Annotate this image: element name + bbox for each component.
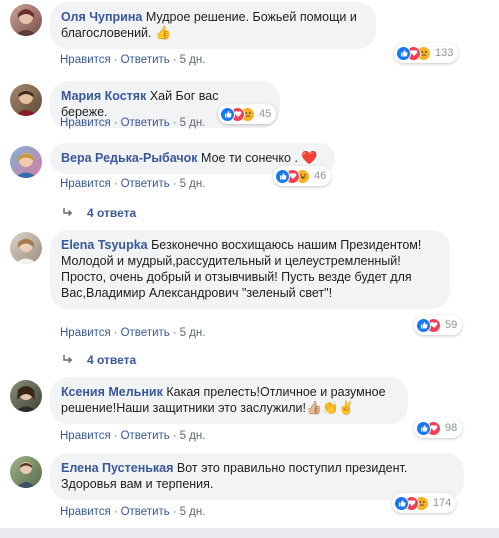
like-icon [220,106,235,122]
avatar[interactable] [10,232,42,264]
reactions-count: 133 [435,47,454,59]
comment-actions: Нравится · Ответить · 5 дн. [60,327,206,339]
reply-arrow-icon [63,353,73,367]
avatar-photo-icon [14,386,38,412]
reply-link[interactable]: Ответить [121,506,170,518]
reactions-summary[interactable]: 45 [218,104,277,124]
reply-link[interactable]: Ответить [121,117,170,129]
bottom-divider [0,528,499,538]
comment-actions: Нравится · Ответить · 5 дн. [60,506,206,518]
like-link[interactable]: Нравится [60,327,111,339]
avatar[interactable] [10,84,42,116]
comment-author[interactable]: Оля Чуприна [61,10,142,24]
comment-actions: Нравится · Ответить · 5 дн. [60,117,206,129]
comment-actions: Нравится · Ответить · 5 дн. [60,54,206,66]
comment-time[interactable]: 5 дн. [180,430,206,442]
reply-link[interactable]: Ответить [121,430,170,442]
comment-text: Мое ти сонечко . [201,151,298,165]
comment-time[interactable]: 5 дн. [180,327,206,339]
reply-link[interactable]: Ответить [121,178,170,190]
comment-bubble: Ксения Мельник Какая прелесть!Отличное и… [50,377,408,424]
like-icon [275,168,290,184]
comment-bubble: Elena Tsyupka Безконечно восхищаюсь наши… [50,230,450,309]
replies-count[interactable]: 4 ответа [87,206,136,220]
reactions-count: 45 [259,108,272,120]
avatar-photo-icon [16,462,36,488]
like-link[interactable]: Нравится [60,430,111,442]
like-link[interactable]: Нравится [60,506,111,518]
like-link[interactable]: Нравится [60,178,111,190]
view-replies-link[interactable]: 4 ответа [63,206,136,220]
reactions-count: 174 [433,497,452,509]
avatar[interactable] [10,380,42,412]
thumbs-up-emoji: 👍 [155,25,172,40]
comment-author[interactable]: Вера Редька-Рыбачок [61,151,198,165]
avatar-photo-icon [14,90,38,116]
like-link[interactable]: Нравится [60,117,111,129]
reactions-summary[interactable]: 98 [414,418,463,438]
avatar[interactable] [10,146,42,178]
comment-author[interactable]: Мария Костяк [61,89,146,103]
red-heart-emoji: ❤️ [301,150,318,165]
comment-time[interactable]: 5 дн. [180,117,206,129]
avatar-photo-icon [14,9,38,36]
comment-bubble: Оля Чуприна Мудрое решение. Божьей помощ… [50,2,376,49]
reply-arrow-icon [63,206,73,220]
reactions-summary[interactable]: 133 [394,43,459,63]
comment-author[interactable]: Ксения Мельник [61,385,163,399]
replies-count[interactable]: 4 ответа [87,353,136,367]
comment-time[interactable]: 5 дн. [180,506,206,518]
reply-link[interactable]: Ответить [121,54,170,66]
reactions-summary[interactable]: 174 [392,493,457,513]
comment-time[interactable]: 5 дн. [180,54,206,66]
like-icon [416,420,431,436]
avatar[interactable] [10,456,42,488]
like-icon [394,495,409,511]
thumbs-clap-victory-emoji: 👍🏼👏✌️ [305,400,355,415]
like-icon [396,45,411,61]
avatar-photo-icon [14,153,38,178]
reactions-summary[interactable]: 59 [414,315,463,335]
reactions-count: 98 [445,422,458,434]
like-icon [416,317,431,333]
view-replies-link[interactable]: 4 ответа [63,353,136,367]
like-link[interactable]: Нравится [60,54,111,66]
avatar-photo-icon [14,238,38,264]
comment-actions: Нравится · Ответить · 5 дн. [60,430,206,442]
comment-actions: Нравится · Ответить · 5 дн. [60,178,206,190]
avatar[interactable] [10,4,42,36]
comment-author[interactable]: Elena Tsyupka [61,238,148,252]
reactions-count: 46 [314,170,327,182]
reactions-count: 59 [445,319,458,331]
comment-time[interactable]: 5 дн. [180,178,206,190]
comment-author[interactable]: Елена Пустенькая [61,461,173,475]
reply-link[interactable]: Ответить [121,327,170,339]
reactions-summary[interactable]: 46 [273,166,332,186]
